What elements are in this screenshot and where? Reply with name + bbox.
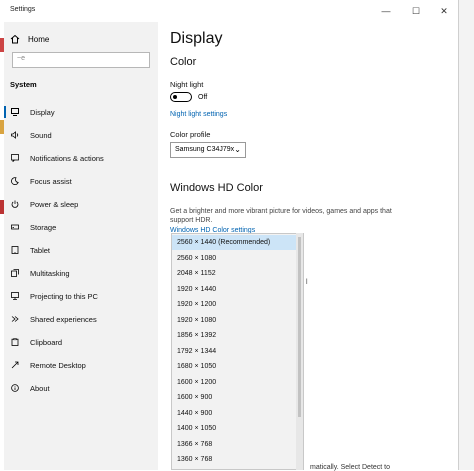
resolution-option[interactable]: 1600 × 1200 (172, 375, 303, 390)
speaker-icon (11, 131, 19, 139)
hdr-description: Get a brighter and more vibrant picture … (170, 208, 392, 224)
title-bar: Settings — ☐ ✕ (4, 0, 458, 22)
resolution-option[interactable]: 1920 × 1440 (172, 282, 303, 297)
moon-icon (11, 177, 19, 185)
sidebar-item-label: Focus assist (30, 176, 72, 186)
resolution-option[interactable]: 1400 × 1050 (172, 421, 303, 436)
sidebar-item-label: Tablet (30, 245, 51, 255)
color-profile-select[interactable]: Samsung C34J79x ⌄ (170, 142, 246, 158)
section-label: System (10, 80, 37, 89)
resolution-option[interactable]: 1920 × 1200 (172, 297, 303, 312)
projecting-icon (11, 292, 19, 300)
notification-icon (11, 154, 19, 162)
toggle-knob (173, 94, 177, 99)
resolution-option[interactable]: 1440 × 900 (172, 406, 303, 421)
storage-icon (11, 223, 19, 231)
resolution-option[interactable]: 1856 × 1392 (172, 328, 303, 343)
resolution-option[interactable]: 1600 × 900 (172, 390, 303, 405)
sidebar-item-clipboard[interactable]: Clipboard (4, 332, 158, 352)
close-button[interactable]: ✕ (436, 4, 452, 18)
sidebar-item-focus-assist[interactable]: Focus assist (4, 171, 158, 191)
sidebar-item-label: Power & sleep (30, 199, 79, 209)
tablet-icon (11, 246, 19, 254)
search-input[interactable]: ~e (12, 52, 150, 68)
display-icon (11, 108, 19, 116)
obscured-text: l (306, 279, 308, 286)
sidebar-item-label: Sound (30, 130, 52, 140)
sidebar-item-storage[interactable]: Storage (4, 217, 158, 237)
sidebar-item-label: Notifications & actions (30, 153, 104, 163)
sidebar-item-power-sleep[interactable]: Power & sleep (4, 194, 158, 214)
resolution-option-selected[interactable]: 2560 × 1440 (Recommended) (172, 235, 303, 250)
home-label: Home (28, 34, 50, 44)
night-light-toggle[interactable] (170, 92, 192, 102)
night-light-settings-link[interactable]: Night light settings (170, 111, 227, 118)
sidebar-item-notifications[interactable]: Notifications & actions (4, 148, 158, 168)
minimize-button[interactable]: — (378, 4, 394, 18)
window-title: Settings (10, 6, 36, 13)
sidebar-item-projecting[interactable]: Projecting to this PC (4, 286, 158, 306)
remote-icon (11, 361, 19, 369)
resolution-option[interactable]: 1920 × 1080 (172, 313, 303, 328)
search-value: ~e (17, 55, 25, 62)
resolution-option[interactable]: 1360 × 768 (172, 452, 303, 467)
power-icon (11, 200, 19, 208)
multitasking-icon (11, 269, 19, 277)
resolution-option[interactable]: 1792 × 1344 (172, 344, 303, 359)
shared-icon (11, 315, 19, 323)
maximize-button[interactable]: ☐ (408, 4, 424, 18)
sidebar-item-label: Storage (30, 222, 57, 232)
sidebar: Home ~e System Display Sound Notificatio… (4, 22, 158, 470)
clipboard-icon (11, 338, 19, 346)
home-link[interactable]: Home (10, 32, 49, 46)
color-heading: Color (170, 56, 197, 68)
sidebar-item-shared-experiences[interactable]: Shared experiences (4, 309, 158, 329)
background-window-edge (458, 0, 474, 470)
dropdown-scrollbar[interactable] (296, 233, 303, 470)
resolution-option[interactable]: 1680 × 1050 (172, 359, 303, 374)
sidebar-item-sound[interactable]: Sound (4, 125, 158, 145)
scrollbar-thumb[interactable] (298, 237, 301, 417)
home-icon (10, 34, 20, 44)
sidebar-item-label: Remote Desktop (30, 360, 86, 370)
sidebar-item-multitasking[interactable]: Multitasking (4, 263, 158, 283)
sidebar-item-label: Display (30, 107, 55, 117)
sidebar-item-tablet[interactable]: Tablet (4, 240, 158, 260)
sidebar-item-label: Multitasking (30, 268, 70, 278)
night-light-label: Night light (170, 80, 204, 89)
resolution-dropdown[interactable]: 2560 × 1440 (Recommended) 2560 × 1080 20… (171, 233, 304, 470)
color-profile-label: Color profile (170, 130, 211, 139)
resolution-option[interactable]: 2048 × 1152 (172, 266, 303, 281)
resolution-option[interactable]: 2560 × 1080 (172, 251, 303, 266)
sidebar-item-remote-desktop[interactable]: Remote Desktop (4, 355, 158, 375)
sidebar-item-label: Clipboard (30, 337, 63, 347)
sidebar-item-label: Projecting to this PC (30, 291, 98, 301)
page-title: Display (170, 30, 223, 47)
color-profile-value: Samsung C34J79x (175, 146, 235, 153)
sidebar-item-label: About (30, 383, 50, 393)
resolution-option[interactable]: 1366 × 768 (172, 437, 303, 452)
info-icon (11, 384, 19, 392)
sidebar-item-display[interactable]: Display (4, 102, 158, 122)
hdr-heading: Windows HD Color (170, 182, 263, 194)
sidebar-item-label: Shared experiences (30, 314, 97, 324)
chevron-down-icon: ⌄ (234, 145, 241, 154)
sidebar-item-about[interactable]: About (4, 378, 158, 398)
night-light-state: Off (198, 94, 208, 101)
